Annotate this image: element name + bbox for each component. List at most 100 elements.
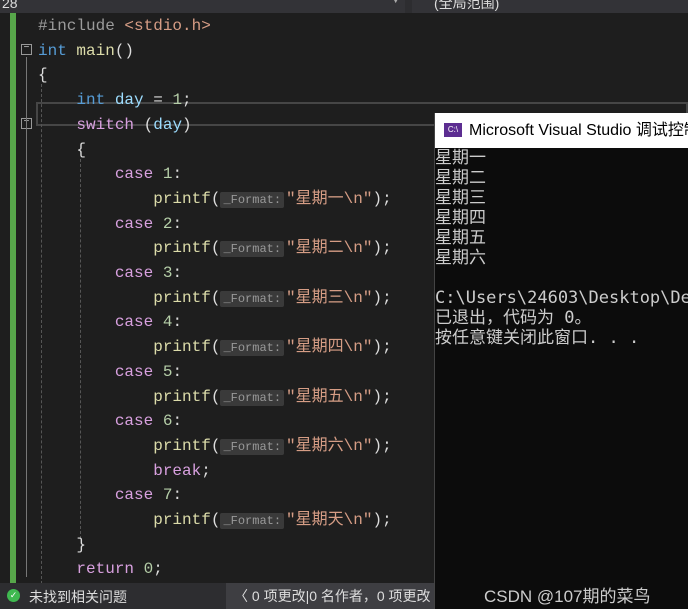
console-line: 按任意键关闭此窗口. . . xyxy=(435,328,640,348)
code-token: day xyxy=(114,91,144,110)
code-token: ); xyxy=(372,436,392,455)
code-line: printf(_Format: "星期四\n"); xyxy=(38,335,392,359)
code-token: 1 xyxy=(172,91,183,110)
code-line: printf(_Format: "星期五\n"); xyxy=(38,385,392,409)
issues-status[interactable]: 未找到相关问题 xyxy=(29,587,127,607)
code-line: case 1: xyxy=(38,162,182,186)
console-line: C:\Users\24603\Desktop\DeVS\ xyxy=(435,288,688,308)
console-line: 星期六 xyxy=(435,248,486,268)
code-token: case xyxy=(114,362,163,381)
code-token: printf xyxy=(153,288,211,307)
code-token: : xyxy=(172,486,183,505)
parameter-hint: _Format: xyxy=(220,513,285,529)
code-token: ) xyxy=(182,115,192,134)
code-token: case xyxy=(114,214,163,233)
code-token: printf xyxy=(153,239,211,258)
code-token: printf xyxy=(153,436,211,455)
dropdown-arrow-icon[interactable]: ▼ xyxy=(393,0,398,6)
code-line: case 5: xyxy=(38,360,182,384)
parameter-hint: _Format: xyxy=(220,340,285,357)
navigation-bar: 28 ▼ (全局范围) xyxy=(0,0,688,13)
code-token: "星期五\n" xyxy=(286,387,373,406)
code-token: ( xyxy=(210,288,221,307)
code-token: ; xyxy=(182,91,192,110)
changes-status[interactable]: 〈 0 项更改|0 名作者，0 项更改 xyxy=(226,583,434,609)
code-token: case xyxy=(114,165,163,184)
line-number: 28 xyxy=(2,0,18,11)
console-app-icon: C:\ xyxy=(444,123,462,137)
status-bar: ✓ 未找到相关问题 〈 0 项更改|0 名作者，0 项更改 xyxy=(0,583,434,609)
code-token: : xyxy=(172,412,183,431)
console-title-bar[interactable]: C:\ Microsoft Visual Studio 调试控制台 xyxy=(435,113,688,148)
code-token: ( xyxy=(210,239,221,258)
code-token: = xyxy=(143,91,173,110)
console-title: Microsoft Visual Studio 调试控制台 xyxy=(469,122,688,139)
code-line: printf(_Format: "星期二\n"); xyxy=(38,236,392,260)
code-token: "星期一\n" xyxy=(286,189,373,208)
code-token: : xyxy=(172,165,183,184)
code-token: "星期天\n" xyxy=(286,511,373,529)
code-token: ( xyxy=(210,387,221,406)
code-token: ); xyxy=(372,387,392,406)
code-token: : xyxy=(172,313,183,332)
console-line: 星期四 xyxy=(435,208,486,228)
code-line: printf(_Format: "星期三\n"); xyxy=(38,286,392,310)
console-line: 星期一 xyxy=(435,148,486,168)
code-token: 5 xyxy=(162,362,173,381)
code-token: { xyxy=(38,140,87,159)
code-token: ( xyxy=(210,511,221,529)
code-token: ( xyxy=(210,436,221,455)
code-token: ); xyxy=(372,288,392,307)
code-token: 1 xyxy=(162,165,173,184)
code-line: return 0; xyxy=(38,557,162,581)
parameter-hint: _Format: xyxy=(220,191,285,208)
code-line: printf(_Format: "星期一\n"); xyxy=(38,187,392,211)
code-line: break; xyxy=(38,459,211,483)
console-line: 星期三 xyxy=(435,188,486,208)
code-token: switch xyxy=(76,115,144,134)
code-token: "星期四\n" xyxy=(286,338,373,357)
code-token: case xyxy=(114,486,163,505)
code-token: <stdio.h> xyxy=(124,17,211,35)
code-token: 7 xyxy=(162,486,173,505)
code-token: 6 xyxy=(162,412,173,431)
code-line: } xyxy=(38,533,86,557)
code-token: printf xyxy=(153,189,211,208)
parameter-hint: _Format: xyxy=(220,438,285,455)
code-line: switch (day) xyxy=(38,113,192,137)
code-token: 2 xyxy=(162,214,173,233)
line-dropdown[interactable]: 28 xyxy=(0,0,405,13)
code-token: printf xyxy=(153,511,211,529)
debug-console-window[interactable]: C:\ Microsoft Visual Studio 调试控制台 星期一星期二星… xyxy=(434,113,688,609)
code-token: ; xyxy=(201,461,211,480)
code-line: { xyxy=(38,63,48,87)
code-token: case xyxy=(114,264,163,282)
code-token: : xyxy=(172,264,183,282)
code-token: { xyxy=(38,66,48,85)
console-line: 星期五 xyxy=(435,228,486,248)
code-line: case 4: xyxy=(38,310,182,334)
code-token: return xyxy=(76,560,144,579)
fold-guide xyxy=(26,57,27,577)
scope-dropdown[interactable]: (全局范围) xyxy=(412,0,688,13)
code-token: ); xyxy=(372,511,392,529)
code-line: printf(_Format: "星期天\n"); xyxy=(38,508,392,532)
code-line: { xyxy=(38,138,86,162)
code-token: "星期六\n" xyxy=(286,436,373,455)
collapse-icon[interactable]: − xyxy=(21,44,32,55)
